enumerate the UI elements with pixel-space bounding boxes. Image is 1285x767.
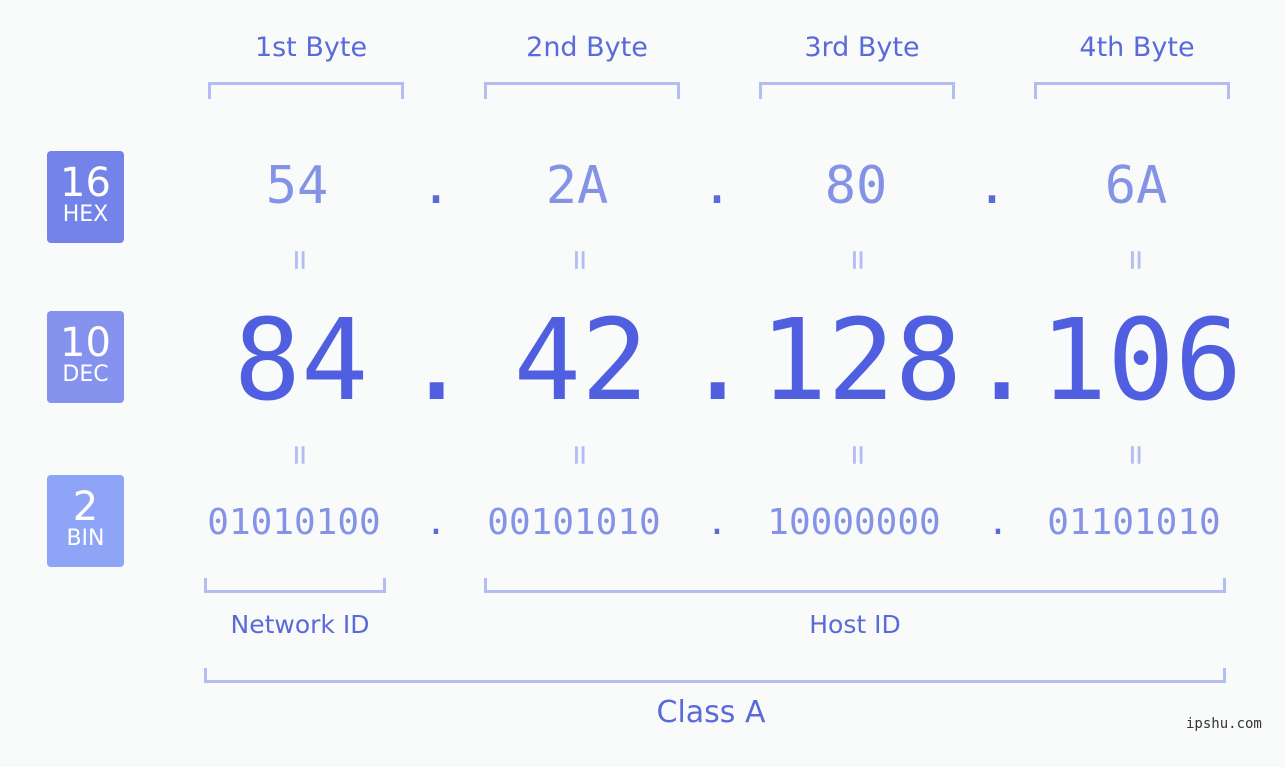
network-id-bracket [204,578,386,593]
hex-dot-2: . [701,156,733,216]
hex-byte-1: 54 [265,156,329,216]
dec-dot-2: . [684,296,752,426]
byte-bracket-2 [484,82,680,99]
network-id-label: Network ID [230,610,370,639]
byte-header-1: 1st Byte [254,32,368,63]
dec-dot-3: . [968,296,1036,426]
hex-dot-3: . [976,156,1008,216]
bin-dot-3: . [987,502,1009,543]
hex-badge-label: HEX [62,202,109,227]
equals-sign: = [280,249,320,271]
byte-bracket-4 [1034,82,1230,99]
hex-badge: 16 HEX [47,151,124,243]
hex-byte-2: 2A [545,156,609,216]
byte-header-2: 2nd Byte [526,32,648,63]
bin-badge-label: BIN [66,526,105,551]
dec-badge-number: 10 [60,320,111,366]
equals-sign: = [280,444,320,466]
watermark: ipshu.com [1186,716,1262,732]
hex-byte-3: 80 [824,156,888,216]
equals-sign: = [560,249,600,271]
bin-badge-number: 2 [72,484,99,530]
byte-bracket-3 [759,82,955,99]
equals-sign: = [1116,444,1156,466]
bin-dot-1: . [425,502,447,543]
class-label: Class A [656,695,766,730]
equals-sign: = [1116,249,1156,271]
dec-byte-4: 106 [1039,296,1243,426]
class-bracket [204,668,1226,683]
bin-byte-3: 10000000 [767,502,941,543]
bin-byte-2: 00101010 [487,502,661,543]
dec-byte-2: 42 [513,296,649,426]
bin-byte-1: 01010100 [207,502,381,543]
byte-bracket-1 [208,82,404,99]
dec-dot-1: . [403,296,471,426]
bin-dot-2: . [706,502,728,543]
bin-byte-4: 01101010 [1047,502,1221,543]
dec-byte-1: 84 [233,296,369,426]
dec-badge-label: DEC [62,362,109,387]
equals-sign: = [838,444,878,466]
byte-header-3: 3rd Byte [804,32,920,63]
dec-byte-3: 128 [759,296,963,426]
host-id-label: Host ID [809,610,901,639]
byte-header-4: 4th Byte [1079,32,1195,63]
hex-byte-4: 6A [1104,156,1168,216]
equals-sign: = [560,444,600,466]
hex-badge-number: 16 [60,160,111,206]
hex-dot-1: . [420,156,452,216]
bin-badge: 2 BIN [47,475,124,567]
dec-badge: 10 DEC [47,311,124,403]
host-id-bracket [484,578,1226,593]
equals-sign: = [838,249,878,271]
